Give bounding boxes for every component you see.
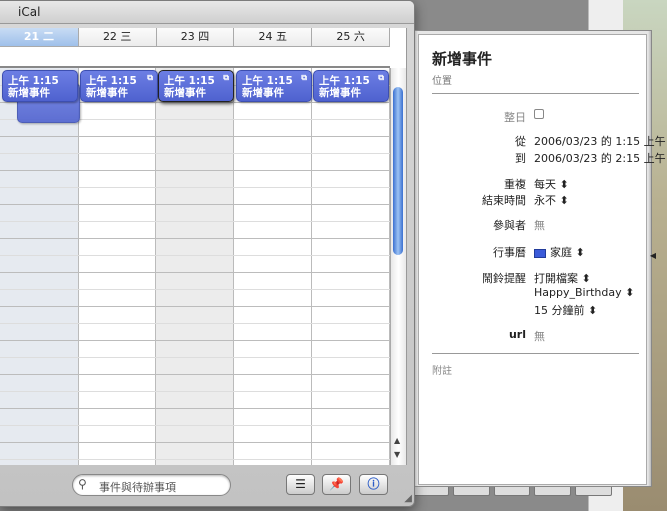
repeat-icon: ⧉ xyxy=(301,73,307,82)
scrollbar-thumb[interactable] xyxy=(393,87,403,255)
grid-line xyxy=(0,425,390,426)
repeat-popup[interactable]: 每天 ⬍ xyxy=(534,176,569,192)
bottom-toolbar: ⚲ 事件與待辦事項 ☰ 📌 ⓘ ◢ xyxy=(0,471,414,506)
resize-grip-icon[interactable]: ◢ xyxy=(404,493,412,504)
grid-line xyxy=(0,136,390,137)
divider xyxy=(432,93,639,94)
search-placeholder: 事件與待辦事項 xyxy=(99,481,176,494)
from-label: 從 xyxy=(515,135,526,148)
grid-line xyxy=(0,357,390,358)
calendar-popup[interactable]: 家庭 ⬍ xyxy=(534,244,585,260)
day-column[interactable] xyxy=(156,68,234,465)
grid-line xyxy=(0,272,390,273)
calendar-event-selected[interactable]: 上午 1:15 新增事件 ⧉ xyxy=(158,70,234,102)
calendar-week-view: 21 二 22 三 23 四 24 五 25 六 上午 1:15 新增事件 上午… xyxy=(0,28,407,465)
time-grid[interactable]: 上午 1:15 新增事件 上午 1:15 新增事件 ⧉ 上午 1:15 新增事件… xyxy=(0,68,390,465)
event-title: 新增事件 xyxy=(86,87,128,99)
grid-line xyxy=(0,442,390,443)
notes-field[interactable]: 附註 xyxy=(432,362,452,377)
calendar-event[interactable]: 上午 1:15 新增事件 ⧉ xyxy=(236,70,312,102)
grid-line xyxy=(0,374,390,375)
end-label: 結束時間 xyxy=(482,194,526,207)
info-icon: ⓘ xyxy=(367,477,380,491)
day-column[interactable] xyxy=(78,68,156,465)
grid-line xyxy=(0,187,390,188)
event-title: 新增事件 xyxy=(319,87,361,99)
grid-line xyxy=(0,459,390,460)
event-info-panel: 新增事件 位置 整日 從 2006/03/23 的 1:15 上午 到 2006… xyxy=(418,34,666,485)
divider xyxy=(432,353,639,354)
info-drawer: 新增事件 位置 整日 從 2006/03/23 的 1:15 上午 到 2006… xyxy=(415,30,666,487)
day-header: 21 二 22 三 23 四 24 五 25 六 xyxy=(0,28,390,47)
grid-line xyxy=(0,306,390,307)
day-header-tue[interactable]: 21 二 xyxy=(0,28,79,46)
grid-line xyxy=(0,340,390,341)
window-title: iCal xyxy=(18,5,41,19)
to-label: 到 xyxy=(515,152,526,165)
grid-line xyxy=(0,221,390,222)
info-button[interactable]: ⓘ xyxy=(359,474,388,495)
alarm-label: 鬧鈴提醒 xyxy=(482,272,526,285)
day-header-fri[interactable]: 24 五 xyxy=(234,28,313,46)
calendar-event[interactable]: 上午 1:15 新增事件 xyxy=(2,70,78,102)
vertical-scrollbar[interactable]: ▲ ▼ xyxy=(390,68,406,465)
calendar-event[interactable]: 上午 1:15 新增事件 ⧉ xyxy=(313,70,389,102)
notifications-button[interactable]: 📌 xyxy=(322,474,351,495)
alarm-file-popup[interactable]: Happy_Birthday ⬍ xyxy=(534,286,634,299)
to-datetime-field[interactable]: 2006/03/23 的 2:15 上午 xyxy=(534,150,666,166)
event-title: 新增事件 xyxy=(242,87,284,99)
grid-line xyxy=(0,255,390,256)
grid-line xyxy=(0,323,390,324)
grid-line xyxy=(0,289,390,290)
search-field[interactable]: ⚲ 事件與待辦事項 xyxy=(72,474,231,496)
repeat-icon: ⧉ xyxy=(147,73,153,82)
location-field[interactable]: 位置 xyxy=(432,72,452,87)
drawer-grip-icon[interactable]: ◀ xyxy=(650,251,656,260)
event-title-field[interactable]: 新增事件 xyxy=(432,48,492,69)
alarm-action-popup[interactable]: 打開檔案 ⬍ xyxy=(534,270,591,286)
event-title: 新增事件 xyxy=(164,87,206,99)
grid-line xyxy=(0,153,390,154)
grid-line xyxy=(0,408,390,409)
end-popup[interactable]: 永不 ⬍ xyxy=(534,192,569,208)
day-column[interactable] xyxy=(234,68,312,465)
allday-checkbox[interactable] xyxy=(534,109,544,122)
calendar-color-swatch xyxy=(534,248,546,258)
todo-list-button[interactable]: ☰ xyxy=(286,474,315,495)
day-header-wed[interactable]: 22 三 xyxy=(79,28,157,46)
grid-line xyxy=(0,391,390,392)
scroll-down-arrow-icon[interactable]: ▼ xyxy=(394,450,400,459)
url-field[interactable]: 無 xyxy=(534,328,545,344)
attendees-label: 參與者 xyxy=(493,219,526,232)
from-datetime-field[interactable]: 2006/03/23 的 1:15 上午 xyxy=(534,133,666,149)
repeat-icon: ⧉ xyxy=(378,73,384,82)
search-icon[interactable]: ⚲ xyxy=(78,477,87,491)
list-icon: ☰ xyxy=(295,477,306,491)
scroll-up-arrow-icon[interactable]: ▲ xyxy=(394,436,400,445)
day-header-thu[interactable]: 23 四 xyxy=(157,28,235,46)
grid-line xyxy=(0,170,390,171)
attendees-field[interactable]: 無 xyxy=(534,217,545,233)
day-column[interactable] xyxy=(312,68,390,465)
event-title: 新增事件 xyxy=(8,87,50,99)
calendar-event[interactable]: 上午 1:15 新增事件 ⧉ xyxy=(80,70,158,102)
day-header-sat[interactable]: 25 六 xyxy=(312,28,390,46)
repeat-label: 重複 xyxy=(504,178,526,191)
repeat-icon: ⧉ xyxy=(223,73,229,82)
calendar-name: 家庭 ⬍ xyxy=(550,246,585,259)
alarm-time-popup[interactable]: 15 分鐘前 ⬍ xyxy=(534,302,597,318)
ical-window: iCal 21 二 22 三 23 四 24 五 25 六 上午 1:15 新增… xyxy=(0,0,415,507)
grid-line xyxy=(0,238,390,239)
allday-label: 整日 xyxy=(504,111,526,124)
calendar-label: 行事曆 xyxy=(493,246,526,259)
grid-line xyxy=(0,204,390,205)
day-column[interactable] xyxy=(0,68,79,465)
url-label: url xyxy=(508,328,526,341)
pin-icon: 📌 xyxy=(329,477,344,491)
all-day-row[interactable] xyxy=(0,47,390,68)
title-bar[interactable]: iCal xyxy=(0,1,414,24)
